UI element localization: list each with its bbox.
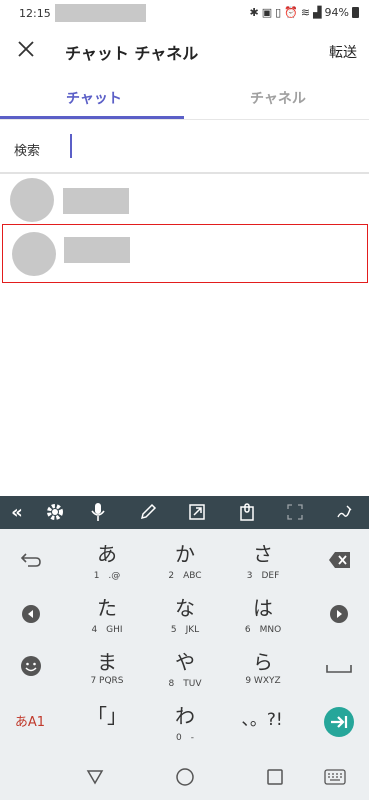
key-label: 、。?! — [241, 710, 283, 730]
key-sublabel: 7 PQRS — [90, 676, 124, 686]
microphone-icon[interactable] — [87, 501, 109, 523]
navigation-bar — [0, 750, 369, 800]
redacted-notification — [55, 4, 146, 22]
recents-icon[interactable] — [264, 766, 286, 788]
key-ya[interactable]: や 8 TUV — [158, 651, 212, 689]
key-punctuation[interactable]: 、。?! — [226, 709, 298, 731]
key-sublabel: 9 WXYZ — [245, 676, 281, 686]
list-item-selected[interactable] — [2, 224, 368, 283]
page-title: チャット チャネル — [65, 44, 199, 63]
keyboard-toolbar: « — [0, 496, 369, 529]
key-sublabel: 4 GHI — [91, 625, 123, 635]
key-ra[interactable]: ら 9 WXYZ — [236, 651, 290, 686]
nfc-icon: ▣ — [261, 6, 273, 19]
status-time: 12:15 — [19, 7, 51, 20]
status-bar: 12:15 ✱ ▣ ▯ ⏰ ≋ ▟ 94% — [0, 0, 369, 28]
key-ma[interactable]: ま 7 PQRS — [80, 651, 134, 686]
key-label: わ — [175, 704, 195, 728]
avatar — [12, 232, 56, 276]
key-brackets[interactable]: 「」 — [80, 705, 134, 727]
search-field[interactable]: 検索 — [0, 130, 369, 170]
key-sublabel: 8 TUV — [168, 679, 202, 689]
key-ha[interactable]: は 6 MNO — [236, 597, 290, 635]
tab-indicator — [0, 116, 184, 119]
clipboard-icon[interactable] — [236, 501, 258, 523]
key-sublabel: 0 - — [176, 733, 194, 743]
input-mode-key[interactable]: あA1 — [10, 709, 50, 731]
back-icon[interactable] — [84, 766, 106, 788]
key-label: は — [253, 596, 273, 620]
key-a[interactable]: あ 1 .@ — [80, 543, 134, 581]
gear-icon[interactable] — [44, 501, 66, 523]
input-mode-label: あA1 — [14, 714, 46, 730]
key-sublabel: 2 ABC — [168, 571, 202, 581]
key-sublabel: 6 MNO — [244, 625, 282, 635]
scan-icon[interactable] — [284, 501, 306, 523]
undo-icon[interactable] — [16, 545, 46, 575]
emoji-icon[interactable] — [16, 651, 46, 681]
app-bar: チャット チャネル 転送 — [0, 28, 369, 74]
key-label: あ — [97, 542, 117, 566]
right-arrow-icon[interactable] — [324, 599, 354, 629]
key-sublabel: 1 .@ — [93, 571, 121, 581]
key-label: か — [175, 542, 195, 566]
key-label: さ — [253, 542, 273, 566]
vibrate-icon: ▯ — [275, 6, 282, 19]
key-sa[interactable]: さ 3 DEF — [236, 543, 290, 581]
left-arrow-icon[interactable] — [16, 599, 46, 629]
tab-channel[interactable]: チャネル — [250, 88, 306, 108]
handwriting-icon[interactable] — [334, 501, 356, 523]
enter-icon[interactable] — [322, 705, 356, 739]
key-label: な — [175, 596, 195, 620]
collapse-icon[interactable]: « — [6, 501, 28, 523]
wifi-icon: ≋ — [300, 6, 311, 19]
signal-icon: ▟ — [313, 6, 322, 19]
key-wa[interactable]: わ 0 - — [158, 705, 212, 743]
key-label: や — [175, 650, 195, 674]
bluetooth-icon: ✱ — [249, 6, 259, 19]
key-sublabel: 5 JKL — [170, 625, 200, 635]
key-sublabel: 3 DEF — [246, 571, 280, 581]
key-label: た — [97, 596, 117, 620]
resize-icon[interactable] — [186, 501, 208, 523]
key-label: ま — [97, 650, 117, 674]
avatar — [10, 178, 54, 222]
space-icon[interactable] — [322, 653, 356, 683]
pencil-icon[interactable] — [137, 501, 159, 523]
list-item[interactable] — [0, 174, 369, 230]
redacted-name — [63, 188, 129, 214]
home-icon[interactable] — [174, 766, 196, 788]
key-label: ら — [253, 650, 273, 674]
alarm-icon: ⏰ — [284, 6, 298, 19]
key-ta[interactable]: た 4 GHI — [80, 597, 134, 635]
redacted-name — [64, 237, 130, 263]
tab-chat[interactable]: チャット — [66, 88, 122, 108]
keyboard-switch-icon[interactable] — [322, 766, 348, 788]
forward-button[interactable]: 転送 — [329, 42, 357, 62]
battery-icon — [352, 7, 359, 18]
key-na[interactable]: な 5 JKL — [158, 597, 212, 635]
key-ka[interactable]: か 2 ABC — [158, 543, 212, 581]
key-label: 「」 — [87, 704, 127, 728]
status-icons: ✱ ▣ ▯ ⏰ ≋ ▟ 94% — [249, 6, 359, 19]
tab-bar: チャット チャネル — [0, 78, 369, 120]
search-label: 検索 — [14, 144, 41, 159]
close-icon[interactable] — [14, 37, 38, 61]
battery-percent: 94% — [324, 6, 349, 19]
backspace-icon[interactable] — [324, 545, 356, 575]
text-cursor — [70, 134, 72, 158]
